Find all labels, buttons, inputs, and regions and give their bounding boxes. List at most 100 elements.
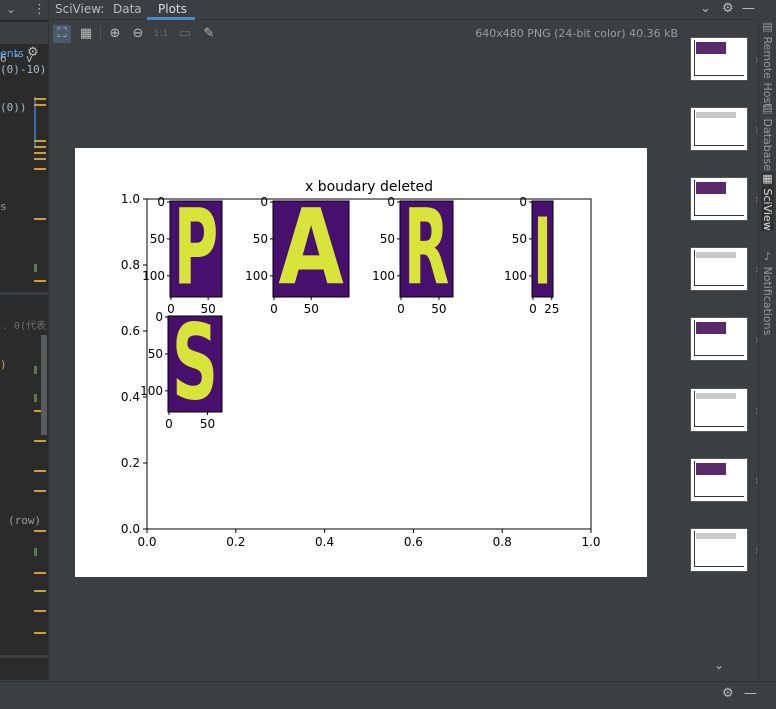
code-editor-strip[interactable]: ⌄ ⋮ ents ⚙ 6 ^ v (0)-10) (0)) s . 0(代表 ) [0, 0, 49, 680]
actual-size-icon[interactable]: 1:1 [152, 25, 170, 43]
y-tick-label: 0.4 [121, 390, 140, 404]
tab-data[interactable]: Data [113, 2, 142, 16]
inset-x-tick-label: 0 [270, 302, 278, 316]
inset-y-tick-label: 0 [157, 195, 165, 209]
inset-x-tick-label: 0 [529, 302, 537, 316]
inset-y-tick-label: 100 [504, 269, 527, 283]
chevron-down-icon[interactable]: ⌄ [6, 2, 16, 16]
inset-letter: R [404, 187, 450, 309]
thumbnail-axes [694, 391, 744, 427]
sciview-icon: ▦ [761, 172, 774, 189]
code-line: (row) [8, 514, 42, 527]
inset-y-tick-label: 100 [372, 269, 395, 283]
plot-thumbnail[interactable] [690, 177, 748, 221]
inset-y-tick-label: 50 [148, 347, 163, 361]
bell-icon: ♪ [761, 250, 774, 267]
inset-letter: I [533, 199, 551, 306]
plot-thumbnail[interactable] [690, 458, 748, 502]
gutter-marker [34, 490, 46, 492]
side-tab-remote-host[interactable]: ▤ Remote Host [761, 20, 774, 107]
zoom-out-icon[interactable]: ⊖ [129, 25, 147, 43]
plot-thumbnail[interactable] [690, 388, 748, 432]
gutter-marker [34, 530, 46, 532]
grid-icon[interactable]: ▦ [77, 25, 95, 43]
gutter-marker [34, 152, 46, 154]
plot-thumbnail[interactable] [690, 107, 748, 151]
thumbnail-axes [694, 531, 744, 567]
more-options-icon[interactable]: ⋮ [33, 2, 46, 17]
inset-y-tick-label: 0 [519, 195, 527, 209]
editor-scrollbar[interactable] [41, 335, 47, 435]
x-tick-label: 1.0 [581, 535, 600, 549]
side-tab-notifications[interactable]: ♪ Notifications [761, 250, 774, 335]
x-tick-label: 0.2 [226, 535, 245, 549]
x-tick-label: 0.4 [315, 535, 334, 549]
side-tab-label: Notifications [761, 266, 774, 336]
inset-letter: A [278, 187, 343, 309]
right-tool-strip: ▤ Remote Host ▤ Database ▦ SciView ♪ Not… [758, 20, 776, 680]
thumbnail-axes [694, 250, 744, 286]
inset-x-tick-label: 0 [165, 417, 173, 431]
chevron-down-icon[interactable]: ⌄ [700, 1, 711, 16]
gutter-marker [34, 280, 46, 282]
thumbnail-axes [694, 461, 744, 497]
zoom-in-icon[interactable]: ⊕ [106, 25, 124, 43]
database-icon: ▤ [761, 102, 774, 119]
inset-letter: P [174, 187, 219, 309]
gutter-marker [34, 98, 46, 100]
inset-y-tick-label: 100 [140, 384, 163, 398]
gutter-marker [34, 366, 37, 374]
ide-window: ⌄ ⋮ ents ⚙ 6 ^ v (0)-10) (0)) s . 0(代表 ) [0, 0, 776, 709]
gutter-marker [34, 610, 46, 612]
bottom-status-bar: ⚙ — [0, 681, 776, 709]
code-comment: . 0(代表 [2, 321, 47, 332]
fit-screen-icon[interactable]: ⛶ [53, 25, 71, 43]
gear-icon[interactable]: ⚙ [722, 1, 734, 16]
gutter-marker [34, 104, 46, 106]
inset-y-tick-label: 100 [142, 269, 165, 283]
inset-x-tick-label: 25 [544, 302, 559, 316]
inset-y-tick-label: 50 [150, 232, 165, 246]
plot-thumbnail[interactable] [690, 37, 748, 81]
gear-icon[interactable]: ⚙ [722, 686, 734, 701]
gutter-marker [34, 140, 46, 142]
y-tick-label: 0.6 [121, 324, 140, 338]
minimize-icon[interactable]: — [744, 686, 757, 701]
inset-y-tick-label: 50 [380, 232, 395, 246]
inset-letter: S [172, 302, 218, 424]
minimize-icon[interactable]: — [742, 1, 755, 16]
y-tick-label: 0.0 [121, 522, 140, 536]
code-line: ) [0, 358, 7, 371]
inset-x-tick-label: 50 [431, 302, 446, 316]
chevron-down-icon[interactable]: ⌄ [714, 658, 724, 672]
thumbnail-axes [694, 180, 744, 216]
editor-divider [0, 292, 48, 295]
active-tab-indicator [147, 17, 195, 20]
gutter-marker [34, 440, 46, 442]
plot-thumbnail[interactable] [690, 317, 748, 361]
tool-window-title: SciView: [55, 2, 105, 16]
tab-plots[interactable]: Plots [158, 2, 187, 16]
editor-header: ⌄ ⋮ [0, 0, 48, 20]
side-tab-sciview[interactable]: ▦ SciView [761, 172, 774, 231]
background-icon[interactable]: ▭ [176, 25, 194, 43]
gutter-marker [34, 264, 37, 272]
plot-image[interactable]: x boudary deleted 0.0 0.2 0.4 0.6 0.8 1.0 0.0 0.… [75, 148, 647, 577]
side-tab-database[interactable]: ▤ Database [761, 102, 774, 171]
thumbnail-axes [694, 40, 744, 76]
inset-x-tick-label: 50 [200, 417, 215, 431]
thumbnail-axes [694, 110, 744, 146]
gutter-marker [34, 146, 46, 148]
side-tab-label: Database [761, 118, 774, 172]
gutter-marker [34, 548, 37, 556]
inset-y-tick-label: 100 [245, 269, 268, 283]
gutter-marker [34, 218, 46, 220]
code-line: s [0, 200, 7, 213]
plot-thumbnail[interactable] [690, 528, 748, 572]
gutter-marker [34, 632, 46, 634]
server-icon: ▤ [761, 20, 774, 37]
plot-thumbnail[interactable] [690, 247, 748, 291]
color-picker-icon[interactable]: ✎ [200, 25, 218, 43]
sciview-tabbar: SciView: Data Plots ⌄ ⚙ — [50, 0, 758, 20]
toolbar-separator [100, 27, 101, 41]
